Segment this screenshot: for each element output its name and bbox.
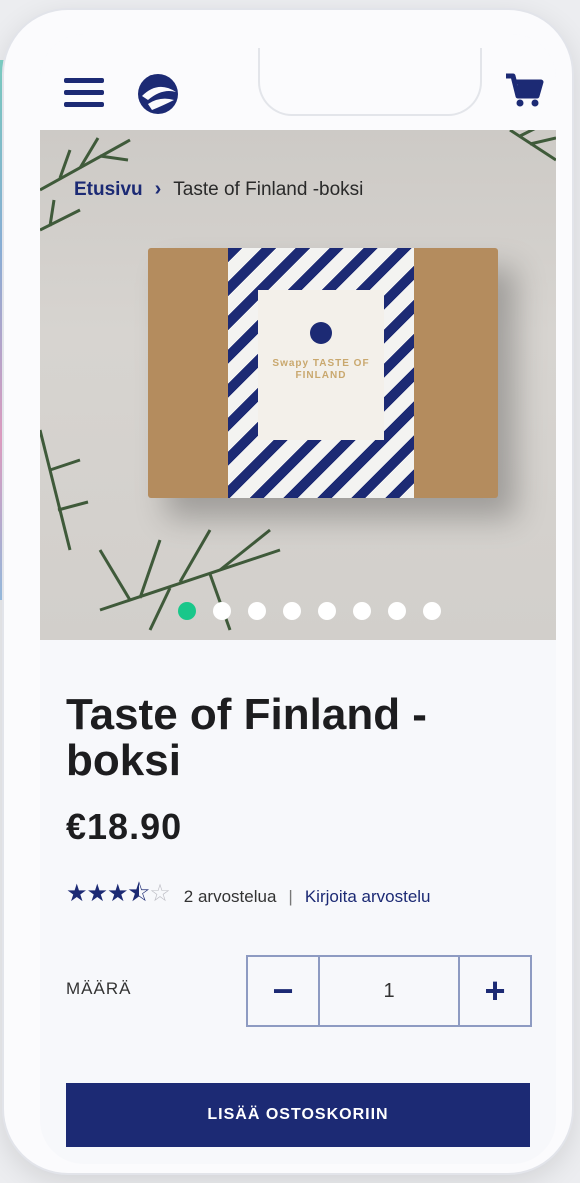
star-rating: ★★★⯪☆ [66,876,171,917]
quantity-label: MÄÄRÄ [66,979,132,998]
product-title: Taste of Finland - boksi [66,690,427,785]
quantity-input[interactable]: 1 [318,957,460,1025]
carousel-dots [178,602,441,620]
star-half-icon: ⯪ [127,880,151,907]
breadcrumb-home-link[interactable]: Etusivu [74,179,143,201]
star-icon: ★ [86,880,108,907]
increase-quantity-button[interactable]: + [460,957,530,1025]
write-review-link[interactable]: Kirjoita arvostelu [305,887,431,907]
quantity-row: MÄÄRÄ − 1 + [66,955,532,1027]
chevron-right-icon: › [154,178,162,200]
rating-row: ★★★⯪☆ 2 arvostelua | Kirjoita arvostelu [66,876,530,917]
carousel-dot-7[interactable] [388,602,406,620]
separator: | [288,886,293,906]
box-label-text: Swapy TASTE OF FINLAND [272,358,370,381]
carousel-dot-3[interactable] [248,602,266,620]
cart-icon[interactable] [504,70,544,110]
review-count-link[interactable]: 2 arvostelua [184,887,277,907]
product-price: €18.90 [66,806,183,847]
product-box-image: Swapy TASTE OF FINLAND [148,248,498,498]
star-empty-icon: ☆ [149,880,170,907]
phone-frame: Etusivu › Taste of Finland -boksi Swapy … [4,10,572,1173]
add-to-cart-button[interactable]: LISÄÄ OSTOSKORIIN [66,1083,530,1147]
decrease-quantity-button[interactable]: − [248,957,318,1025]
hamburger-icon[interactable] [64,78,104,107]
screen: Etusivu › Taste of Finland -boksi Swapy … [40,34,556,1164]
star-icon: ★ [66,880,87,907]
carousel-dot-4[interactable] [283,602,301,620]
brand-logo[interactable] [132,66,184,118]
seal-icon [310,322,332,344]
product-image-carousel[interactable]: Etusivu › Taste of Finland -boksi Swapy … [40,130,556,640]
carousel-dot-2[interactable] [213,602,231,620]
star-icon: ★ [107,880,128,907]
breadcrumb-current: Taste of Finland -boksi [173,178,364,200]
quantity-stepper: − 1 + [246,955,532,1027]
carousel-dot-1[interactable] [178,602,196,620]
carousel-dot-5[interactable] [318,602,336,620]
carousel-dot-8[interactable] [423,602,441,620]
carousel-dot-6[interactable] [353,602,371,620]
phone-notch [258,48,482,116]
header-bar [40,34,556,130]
breadcrumb: Etusivu › Taste of Finland -boksi [74,178,363,201]
box-label: Swapy TASTE OF FINLAND [258,290,384,440]
